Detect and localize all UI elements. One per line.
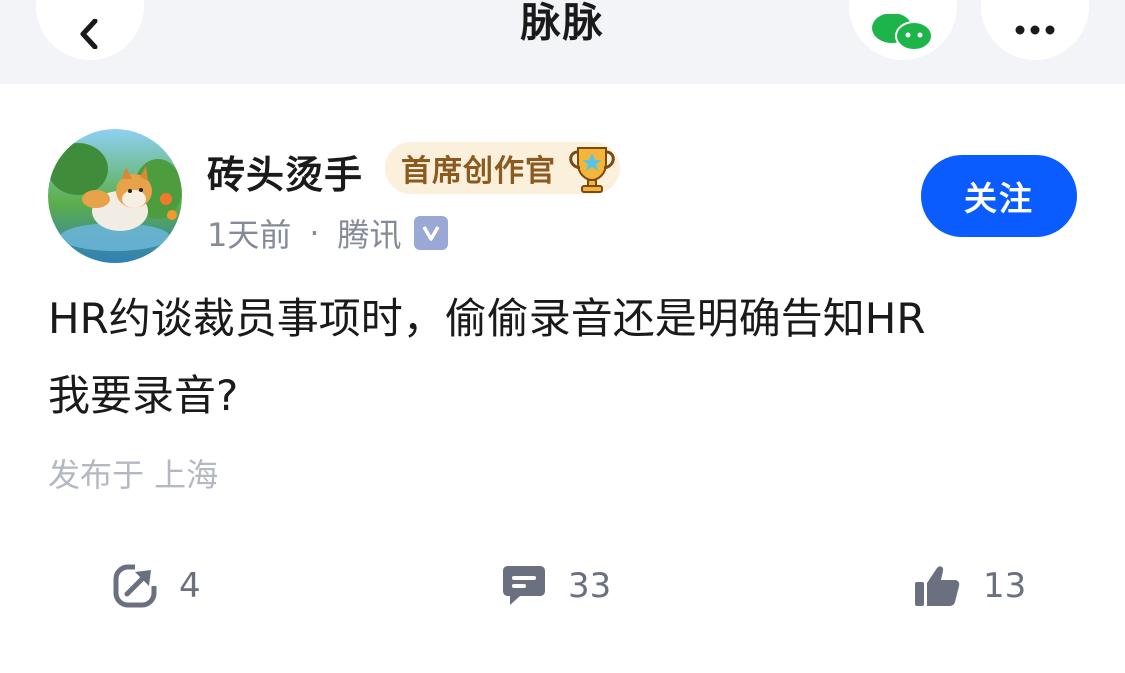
share-icon [113, 564, 157, 608]
comment-icon [503, 566, 545, 605]
share-button[interactable]: 4 [113, 564, 201, 608]
comment-count: 33 [568, 566, 612, 606]
author-company: 腾讯 [337, 216, 402, 254]
avatar[interactable] [48, 129, 182, 263]
post-content-line: 我要录音? [48, 371, 239, 420]
trophy-icon [569, 147, 615, 193]
author-name[interactable]: 砖头烫手 [207, 144, 363, 199]
wechat-share-button[interactable] [849, 0, 957, 60]
comment-button[interactable]: 33 [502, 564, 611, 608]
avatar-image [48, 129, 182, 263]
like-count: 13 [983, 566, 1027, 606]
follow-button[interactable]: 关注 [921, 155, 1077, 237]
post-location: 发布于 上海 [48, 456, 219, 494]
more-button[interactable] [981, 0, 1089, 60]
thumbs-up-icon [915, 566, 960, 606]
top-bar: 脉脉 [0, 0, 1125, 84]
post-meta: 1天前 · 腾讯 [207, 210, 448, 256]
more-horizontal-icon [1015, 25, 1055, 35]
meta-separator: · [309, 214, 320, 252]
share-count: 4 [179, 566, 201, 606]
like-button[interactable]: 13 [913, 564, 1026, 608]
creator-badge-label: 首席创作官 [401, 154, 556, 189]
wechat-icon [872, 14, 933, 51]
post-card: 砖头烫手 首席创作官 1天前 · 腾讯 关注 HR约谈裁员事项时，偷偷录音还是明… [0, 84, 1125, 673]
creator-badge[interactable]: 首席创作官 [385, 142, 620, 194]
verified-icon [413, 216, 448, 250]
post-time: 1天前 [207, 216, 292, 254]
post-content[interactable]: HR约谈裁员事项时，偷偷录音还是明确告知HR 我要录音? [48, 280, 1068, 434]
post-content-line: HR约谈裁员事项时，偷偷录音还是明确告知HR [48, 294, 926, 343]
